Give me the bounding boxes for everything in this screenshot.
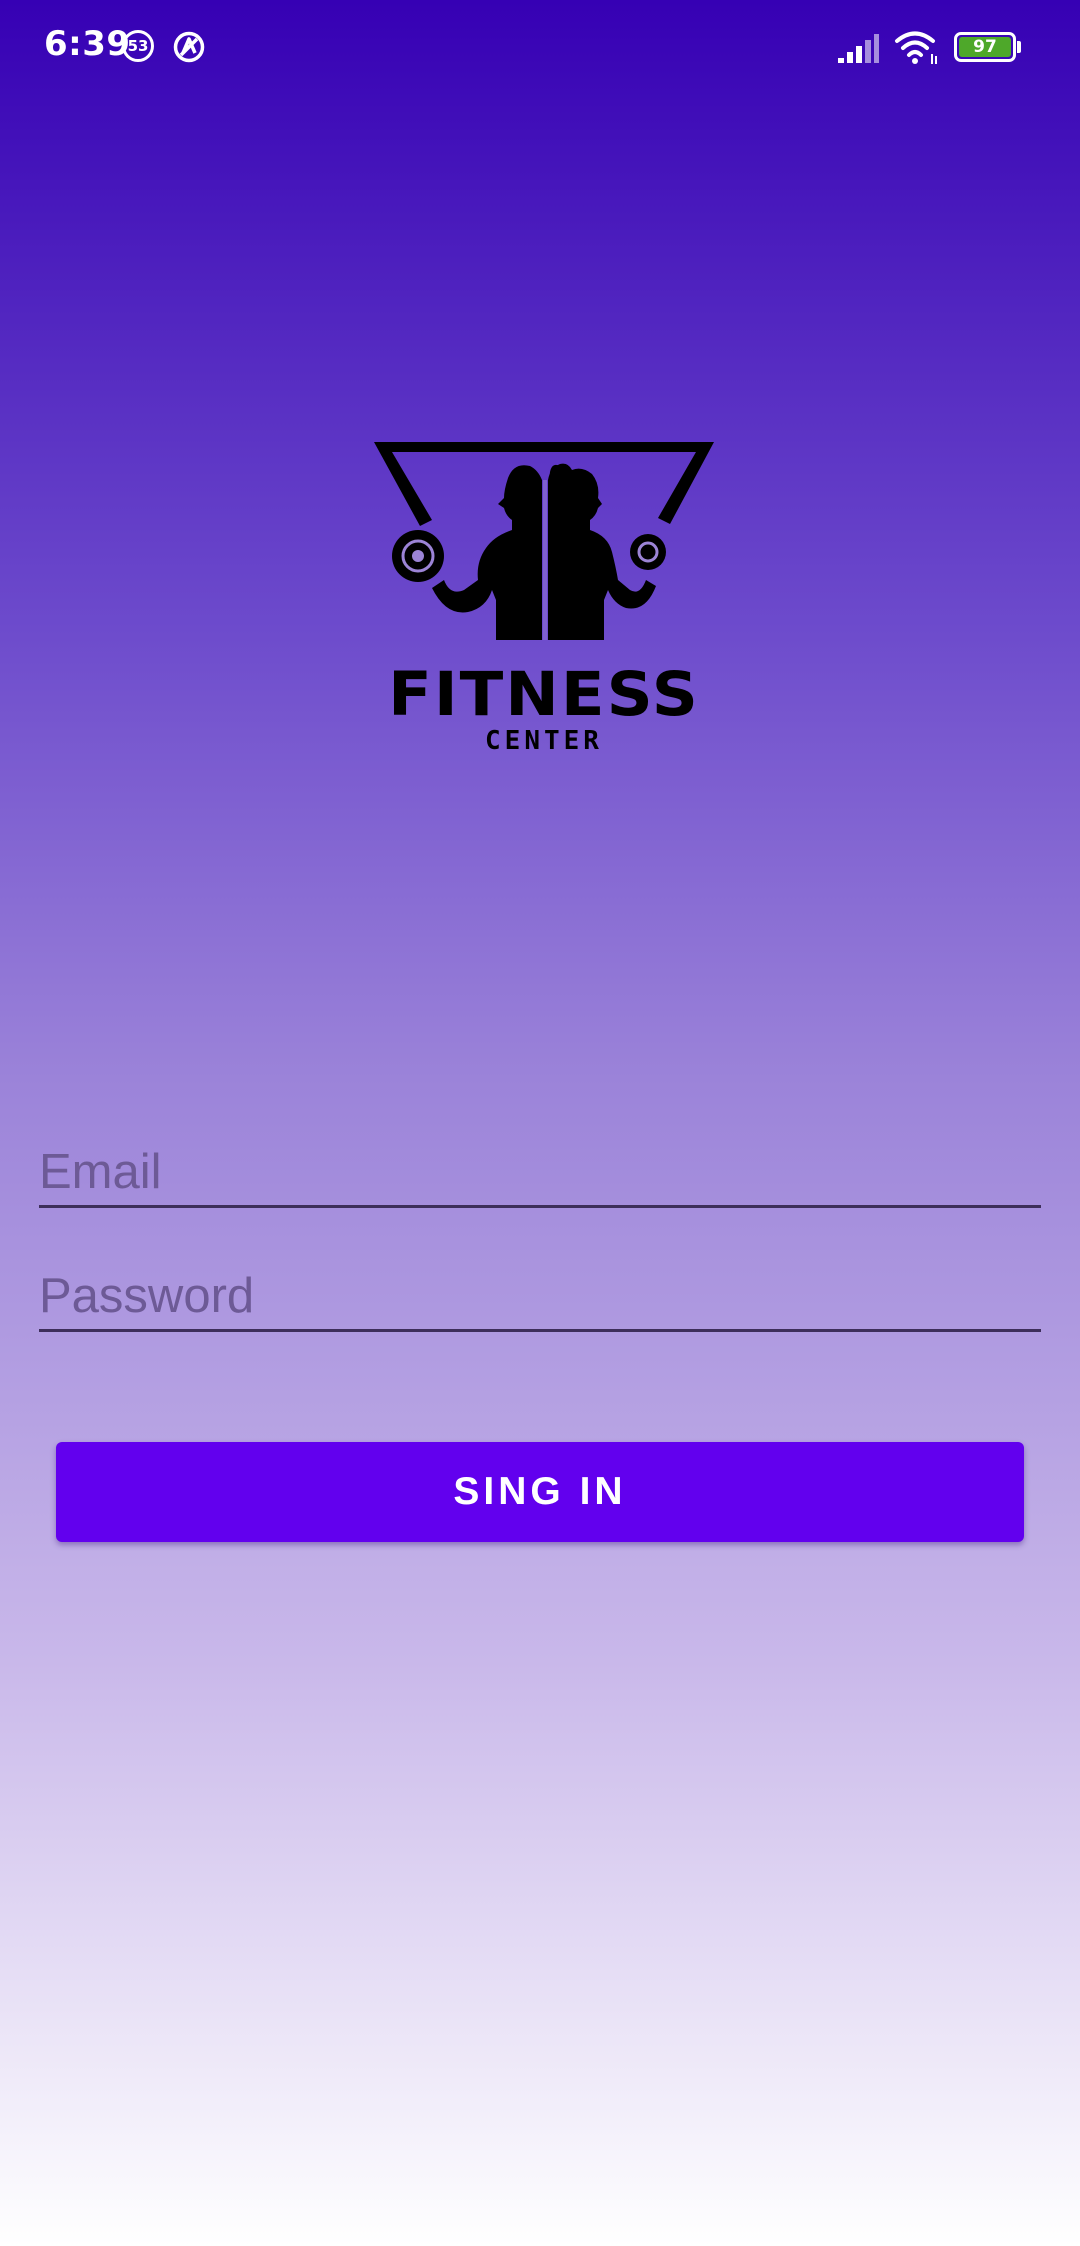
signal-icon: [838, 34, 879, 63]
battery-cap: [1017, 41, 1021, 53]
athletes-silhouette-icon: [374, 442, 714, 640]
sign-in-button[interactable]: SING IN: [56, 1442, 1024, 1542]
status-bar: 6:39 53 97: [0, 0, 1080, 96]
email-field[interactable]: [39, 1138, 1041, 1208]
battery-icon: 97: [954, 32, 1016, 62]
battery-level: 97: [959, 37, 1011, 57]
wifi-icon: [895, 31, 937, 64]
blocked-app-icon: [173, 31, 205, 63]
notification-count-icon: 53: [122, 30, 154, 62]
fitness-center-logo: FITNESS CENTER: [372, 440, 714, 760]
logo-subtitle: CENTER: [485, 726, 603, 756]
login-screen: 6:39 53 97 FITNESS CENTER Email SING IN: [0, 0, 1080, 2246]
logo-title: FITNESS: [388, 659, 700, 731]
status-time: 6:39: [44, 24, 131, 64]
password-field[interactable]: [39, 1262, 1041, 1332]
